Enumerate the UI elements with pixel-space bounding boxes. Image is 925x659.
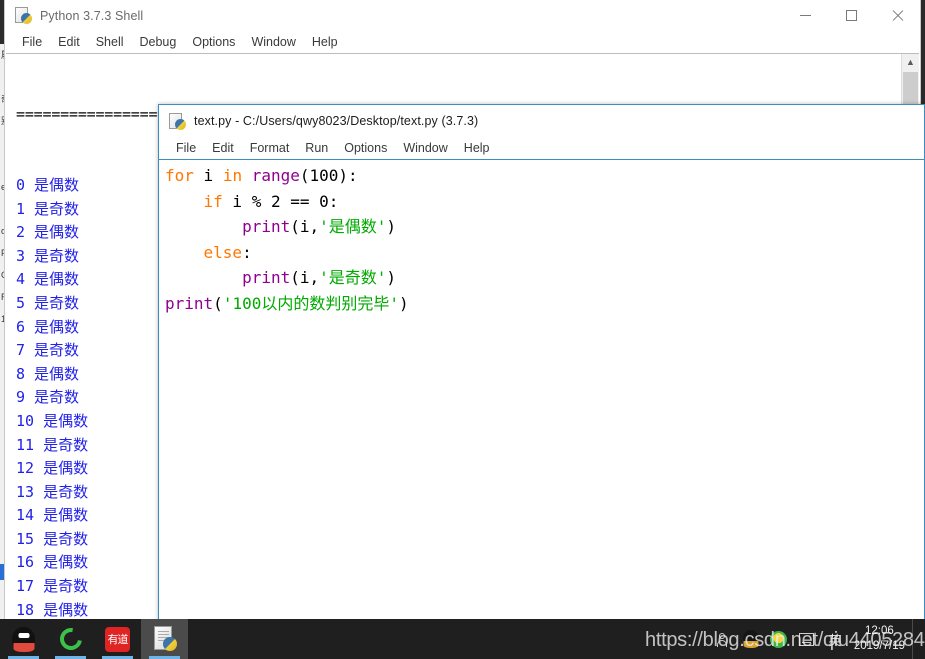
shell-menu-file[interactable]: File <box>14 33 50 51</box>
code-text: (i, <box>290 217 320 236</box>
editor-menu-format[interactable]: Format <box>242 139 298 157</box>
code-builtin-range: range <box>251 166 300 185</box>
shell-menu-window[interactable]: Window <box>243 33 303 51</box>
editor-menu-help[interactable]: Help <box>456 139 498 157</box>
ime-indicator[interactable]: 英 <box>824 626 846 652</box>
shell-menu-options[interactable]: Options <box>184 33 243 51</box>
minimize-icon <box>799 15 811 16</box>
code-text: ( <box>213 293 223 313</box>
shell-menu-help[interactable]: Help <box>304 33 346 51</box>
code-text: ) <box>398 293 409 313</box>
shell-titlebar[interactable]: Python 3.7.3 Shell <box>5 0 920 31</box>
code-text: ) <box>386 268 397 287</box>
code-text: (i, <box>290 268 320 287</box>
code-keyword-for: for <box>165 166 194 185</box>
person-icon[interactable] <box>712 626 734 652</box>
python-file-icon <box>15 7 32 24</box>
code-text: ) <box>386 217 397 236</box>
code-string: '是奇数' <box>319 268 387 287</box>
code-text: i % 2 == 0: <box>222 191 339 211</box>
code-line-1: for i in range(100): <box>165 163 924 189</box>
close-button[interactable] <box>874 0 920 31</box>
python-file-icon <box>153 626 177 652</box>
maximize-icon <box>845 10 857 21</box>
taskbar-clock[interactable]: 12:06 2019/7/19 <box>849 624 912 654</box>
editor-menubar[interactable]: File Edit Format Run Options Window Help <box>159 137 924 159</box>
code-line-5: print(i,'是奇数') <box>165 265 924 291</box>
show-desktop-button[interactable] <box>912 619 919 659</box>
box-icon[interactable] <box>796 626 818 652</box>
code-string: '100以内的数判别完毕' <box>222 293 399 313</box>
system-tray[interactable]: 英 12:06 2019/7/19 <box>709 619 925 659</box>
code-keyword-else: else <box>203 242 243 262</box>
editor-menu-window[interactable]: Window <box>395 139 455 157</box>
code-string: '是偶数' <box>319 217 387 236</box>
shell-menubar[interactable]: File Edit Shell Debug Options Window Hel… <box>5 31 920 53</box>
code-line-4: else: <box>165 240 924 266</box>
python-file-icon <box>169 112 186 130</box>
minimize-button[interactable] <box>782 0 828 31</box>
code-builtin-print: print <box>242 268 291 287</box>
shell-menu-edit[interactable]: Edit <box>50 33 88 51</box>
shell-menu-shell[interactable]: Shell <box>88 33 132 51</box>
code-text: (100): <box>299 166 358 185</box>
youdao-icon: 有道 <box>105 626 130 652</box>
scroll-up-icon[interactable]: ▲ <box>902 54 919 71</box>
taskbar-item-python[interactable] <box>141 619 188 659</box>
qq-icon <box>12 626 35 652</box>
desktop-background: 屬 奇 别 e ou Py Ch Ru 1 Python 3.7.3 Shell <box>0 0 925 659</box>
code-builtin-print: print <box>242 217 291 236</box>
shell-menu-debug[interactable]: Debug <box>132 33 185 51</box>
taskbar-item-360[interactable] <box>47 619 94 659</box>
maximize-button[interactable] <box>828 0 874 31</box>
qq-tray-icon[interactable] <box>740 626 762 652</box>
code-builtin-print: print <box>165 293 214 313</box>
shell-window-controls[interactable] <box>782 0 920 31</box>
green-shield-icon[interactable] <box>768 626 790 652</box>
editor-menu-options[interactable]: Options <box>336 139 395 157</box>
close-icon <box>891 9 904 22</box>
clock-time: 12:06 <box>865 625 894 637</box>
editor-code-area[interactable]: for i in range(100): if i % 2 == 0: prin… <box>159 160 924 621</box>
code-line-6: print('100以内的数判别完毕') <box>165 291 924 317</box>
editor-title: text.py - C:/Users/qwy8023/Desktop/text.… <box>194 114 479 128</box>
code-line-3: print(i,'是偶数') <box>165 214 924 240</box>
security-ring-icon <box>55 623 86 655</box>
taskbar-item-youdao[interactable]: 有道 <box>94 619 141 659</box>
shell-title: Python 3.7.3 Shell <box>40 8 144 23</box>
editor-menu-edit[interactable]: Edit <box>204 139 242 157</box>
code-keyword-in: in <box>222 166 243 185</box>
clock-date: 2019/7/19 <box>853 640 905 652</box>
windows-taskbar[interactable]: 有道 英 12:06 2019/7/19 <box>0 619 925 659</box>
editor-titlebar[interactable]: text.py - C:/Users/qwy8023/Desktop/text.… <box>159 105 924 137</box>
code-text: i <box>193 166 223 185</box>
taskbar-item-qq[interactable] <box>0 619 47 659</box>
code-line-2: if i % 2 == 0: <box>165 189 924 215</box>
editor-menu-file[interactable]: File <box>168 139 204 157</box>
editor-menu-run[interactable]: Run <box>297 139 336 157</box>
code-text: : <box>242 242 252 262</box>
python-editor-window[interactable]: text.py - C:/Users/qwy8023/Desktop/text.… <box>158 104 925 622</box>
code-keyword-if: if <box>203 191 223 211</box>
